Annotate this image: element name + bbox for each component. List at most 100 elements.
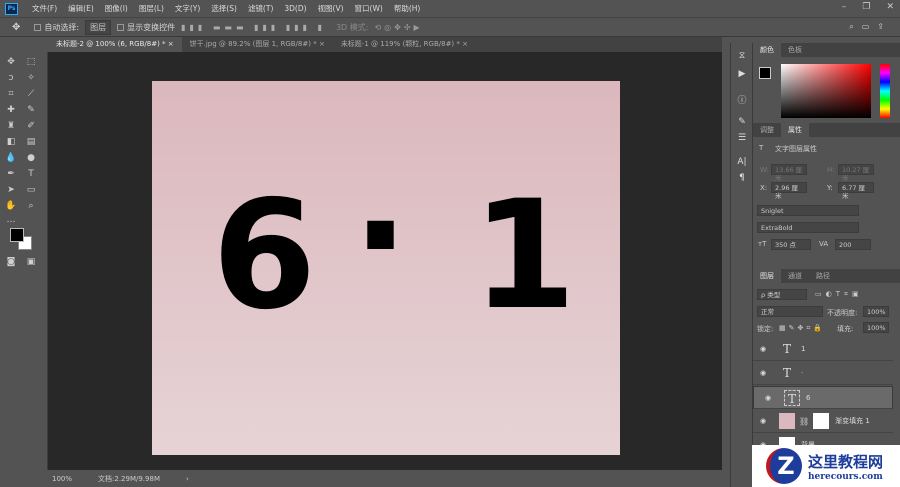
3d-icons[interactable]: ⟲◎✥✣▶	[374, 23, 422, 32]
move-tool-icon[interactable]: ✥	[4, 56, 18, 68]
eraser-tool-icon[interactable]: ◧	[4, 136, 18, 148]
tab-adjustments[interactable]: 调整	[753, 123, 781, 137]
gradient-tool-icon[interactable]: ▤	[24, 136, 38, 148]
layer-filter-dropdown[interactable]: ρ 类型	[757, 289, 807, 300]
adjustments-icon[interactable]: ☰	[736, 133, 748, 145]
status-menu-arrow[interactable]: ›	[186, 475, 189, 483]
layer-filter-icons[interactable]: ▭◐T⌗▣	[815, 290, 863, 299]
menu-file[interactable]: 文件(F)	[32, 3, 57, 14]
hue-slider[interactable]	[880, 64, 890, 118]
minimize-button[interactable]: –	[842, 2, 847, 12]
tab-color[interactable]: 颜色	[753, 43, 781, 57]
screen-mode-icon[interactable]: ▣	[24, 256, 38, 268]
font-style-dropdown[interactable]: ExtraBold	[757, 222, 859, 233]
layer-row[interactable]: ◉ ⛓ 渐变填充 1	[753, 410, 893, 433]
menu-filter[interactable]: 滤镜(T)	[248, 3, 273, 14]
move-tool-icon[interactable]: ✥	[12, 22, 20, 33]
menu-type[interactable]: 文字(Y)	[175, 3, 200, 14]
character-icon[interactable]: A|	[736, 157, 748, 169]
marquee-tool-icon[interactable]: ⬚	[24, 56, 38, 68]
stamp-tool-icon[interactable]: ♜	[4, 120, 18, 132]
info-icon[interactable]: ⓘ	[736, 93, 748, 106]
canvas[interactable]: 6 · 1	[152, 81, 620, 455]
tab-channels[interactable]: 通道	[781, 269, 809, 283]
opacity-field[interactable]: 100%	[863, 306, 889, 317]
close-tab-icon[interactable]: ×	[462, 40, 468, 48]
menu-help[interactable]: 帮助(H)	[394, 3, 421, 14]
hand-tool-icon[interactable]: ✋	[4, 200, 18, 212]
zoom-tool-icon[interactable]: ⌕	[24, 200, 38, 212]
auto-select-dropdown[interactable]: 图层	[85, 19, 112, 35]
more-tools-icon[interactable]: …	[4, 214, 18, 226]
lock-label: 锁定:	[757, 325, 774, 333]
layer-row[interactable]: ◉ T ·	[753, 362, 893, 385]
menu-layer[interactable]: 图层(L)	[139, 3, 164, 14]
restore-button[interactable]: ❐	[862, 2, 870, 12]
tab-paths[interactable]: 路径	[809, 269, 837, 283]
history-icon[interactable]: ⧖	[736, 51, 748, 63]
text-layer-1[interactable]: 1	[472, 181, 576, 331]
layer-row[interactable]: ◉ T 1	[753, 338, 893, 361]
color-picker-field[interactable]	[781, 64, 871, 118]
width-field[interactable]: 13.66 厘米	[771, 164, 807, 182]
lock-icons[interactable]: ▦✎✥⌗🔒	[779, 324, 825, 333]
font-size-field[interactable]: 350 点	[771, 239, 811, 250]
tab-swatches[interactable]: 色板	[781, 43, 809, 57]
fill-field[interactable]: 100%	[863, 322, 889, 333]
actions-play-icon[interactable]: ▶	[736, 69, 748, 81]
height-field[interactable]: 10.27 厘米	[838, 164, 874, 182]
tab-document-2[interactable]: 饼干.jpg @ 89.2% (图层 1, RGB/8#) * ×	[182, 37, 333, 52]
eyedropper-icon[interactable]: ⟋	[24, 88, 38, 100]
menu-image[interactable]: 图像(I)	[105, 3, 128, 14]
search-workspace-share-icons[interactable]: ⌕▭⇪	[849, 22, 892, 32]
menu-view[interactable]: 视图(V)	[318, 3, 344, 14]
font-family-dropdown[interactable]: Sniglet	[757, 205, 859, 216]
pen-tool-icon[interactable]: ✒	[4, 168, 18, 180]
path-select-icon[interactable]: ➤	[4, 184, 18, 196]
visibility-eye-icon[interactable]: ◉	[753, 417, 773, 425]
type-tool-icon[interactable]: T	[24, 168, 38, 180]
magic-wand-icon[interactable]: ✧	[24, 72, 38, 84]
menu-select[interactable]: 选择(S)	[211, 3, 237, 14]
close-button[interactable]: ✕	[886, 2, 894, 12]
close-tab-icon[interactable]: ×	[168, 40, 174, 48]
tab-document-1[interactable]: 未标题-2 @ 100% (6, RGB/8#) * ×	[48, 37, 182, 52]
text-layer-dot[interactable]: ·	[352, 161, 409, 311]
tracking-field[interactable]: 200	[835, 239, 871, 250]
close-tab-icon[interactable]: ×	[319, 40, 325, 48]
visibility-eye-icon[interactable]: ◉	[753, 345, 773, 353]
dodge-tool-icon[interactable]: ●	[24, 152, 38, 164]
visibility-eye-icon[interactable]: ◉	[758, 394, 778, 402]
tab-document-3[interactable]: 未标题-1 @ 119% (颗粒, RGB/8#) * ×	[333, 37, 476, 52]
show-transform-label: 显示变换控件	[127, 22, 176, 32]
lasso-tool-icon[interactable]: ↄ	[4, 72, 18, 84]
rectangle-tool-icon[interactable]: ▭	[24, 184, 38, 196]
healing-brush-icon[interactable]: ✚	[4, 104, 18, 116]
brush-tool-icon[interactable]: ✎	[24, 104, 38, 116]
auto-select-checkbox[interactable]	[34, 23, 42, 31]
foreground-color-swatch[interactable]	[10, 228, 24, 242]
menu-window[interactable]: 窗口(W)	[355, 3, 383, 14]
y-field[interactable]: 6.77 厘米	[838, 182, 874, 200]
show-transform-checkbox[interactable]	[117, 23, 125, 31]
align-icons[interactable]: ▮▮▮ ▬▬▬ ▮▮▮ ▮▮▮ ▮	[181, 23, 326, 32]
menu-edit[interactable]: 编辑(E)	[68, 3, 94, 14]
visibility-eye-icon[interactable]: ◉	[753, 369, 773, 377]
quick-mask-icon[interactable]: ◙	[4, 256, 18, 268]
tab-layers[interactable]: 图层	[753, 269, 781, 283]
layer-row-selected[interactable]: ◉ T 6	[753, 386, 893, 409]
text-layer-6[interactable]: 6	[212, 181, 316, 331]
zoom-level[interactable]: 100%	[52, 475, 72, 483]
paragraph-icon[interactable]: ¶	[736, 173, 748, 185]
history-brush-icon[interactable]: ✐	[24, 120, 38, 132]
font-size-icon: ᴛT	[758, 240, 767, 248]
x-field[interactable]: 2.96 厘米	[771, 182, 807, 200]
foreground-color-swatch[interactable]	[759, 67, 771, 79]
blend-mode-dropdown[interactable]: 正常	[757, 306, 823, 317]
crop-tool-icon[interactable]: ⌗	[4, 88, 18, 100]
tab-properties[interactable]: 属性	[781, 123, 809, 137]
gradient-thumb	[779, 413, 795, 429]
blur-tool-icon[interactable]: 💧	[4, 152, 18, 164]
brush-settings-icon[interactable]: ✎	[736, 117, 748, 129]
menu-3d[interactable]: 3D(D)	[284, 4, 306, 13]
